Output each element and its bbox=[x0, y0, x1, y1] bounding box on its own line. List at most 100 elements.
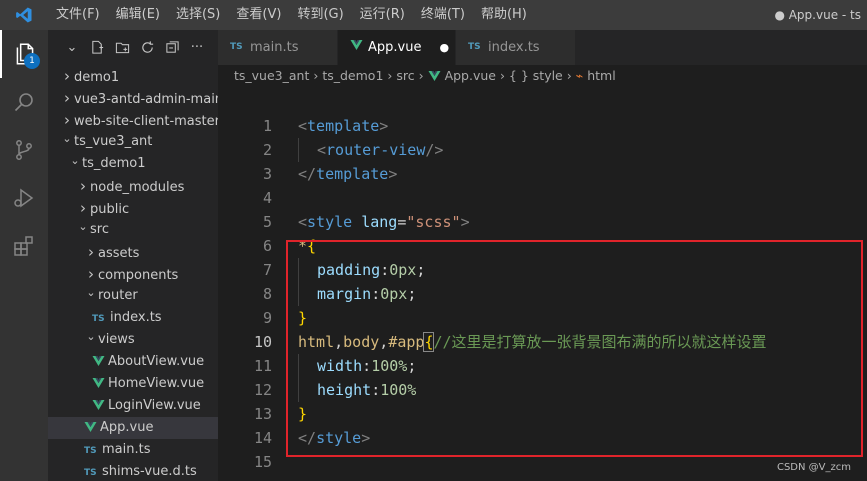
tree-item[interactable]: LoginView.vue bbox=[48, 395, 218, 417]
code-token: padding bbox=[317, 261, 381, 279]
menu-item[interactable]: 运行(R) bbox=[352, 0, 413, 30]
tree-item-label: index.ts bbox=[110, 310, 162, 325]
line-number: 2 bbox=[262, 141, 272, 159]
tree-item[interactable]: › public bbox=[48, 197, 218, 219]
code-line[interactable]: 3 </template> bbox=[218, 162, 867, 186]
menu-item[interactable]: 终端(T) bbox=[413, 0, 473, 30]
code-token: { bbox=[307, 237, 317, 255]
tree-item[interactable]: › node_modules bbox=[48, 175, 218, 197]
search-icon[interactable] bbox=[0, 78, 48, 126]
vscode-logo-icon bbox=[0, 0, 48, 30]
tree-item[interactable]: AboutView.vue bbox=[48, 351, 218, 373]
line-number: 9 bbox=[262, 309, 272, 327]
extensions-icon[interactable] bbox=[0, 222, 48, 270]
chevron-right-icon: › bbox=[80, 177, 86, 195]
breadcrumb-item[interactable]: { } style bbox=[509, 68, 563, 83]
tree-item[interactable]: App.vue bbox=[48, 417, 218, 439]
breadcrumb-item[interactable]: html bbox=[587, 68, 615, 83]
breadcrumb-item[interactable]: ts_vue3_ant bbox=[234, 68, 309, 83]
code-line[interactable]: 15 bbox=[218, 450, 867, 474]
vue-file-icon bbox=[350, 30, 364, 65]
breadcrumb-separator-icon: › bbox=[309, 68, 323, 83]
source-control-icon[interactable] bbox=[0, 126, 48, 174]
tree-item[interactable]: ⌄ views bbox=[48, 329, 218, 351]
tree-item-label: main.ts bbox=[102, 442, 151, 457]
code-line[interactable]: 2 <router-view/> bbox=[218, 138, 867, 162]
code-line[interactable]: 7 padding:0px; bbox=[218, 258, 867, 282]
code-line[interactable]: 14 </style> bbox=[218, 426, 867, 450]
breadcrumb-item[interactable]: ts_demo1 bbox=[322, 68, 383, 83]
tree-item-label: ts_vue3_ant bbox=[74, 134, 153, 149]
tree-item[interactable]: ⌄ src bbox=[48, 219, 218, 241]
code-line[interactable]: 1 <template> bbox=[218, 114, 867, 138]
tree-item[interactable]: ⌄ ts_demo1 bbox=[48, 153, 218, 175]
indent-guide bbox=[298, 138, 299, 162]
code-line[interactable]: 11 width:100%; bbox=[218, 354, 867, 378]
tab-App-vue[interactable]: App.vue ● bbox=[338, 30, 456, 65]
code-token: > bbox=[379, 117, 389, 135]
code-token: > bbox=[460, 213, 470, 231]
menu-item[interactable]: 查看(V) bbox=[228, 0, 289, 30]
unsaved-dot-icon[interactable]: ● bbox=[439, 30, 449, 65]
code-token: < bbox=[317, 141, 327, 159]
code-token: /> bbox=[425, 141, 444, 159]
code-line[interactable]: 6 *{ bbox=[218, 234, 867, 258]
code-token: ; bbox=[407, 357, 417, 375]
code-token: : bbox=[371, 285, 381, 303]
tree-item[interactable]: TS shims-vue.d.ts bbox=[48, 461, 218, 481]
more-icon[interactable]: ··· bbox=[189, 40, 205, 56]
tree-item-label: assets bbox=[98, 246, 140, 261]
code-line[interactable]: 10 html,body,#app{//这里是打算放一张背景图布满的所以就这样设置 bbox=[218, 330, 867, 354]
new-folder-icon[interactable] bbox=[114, 40, 130, 56]
code-line[interactable]: 9} bbox=[218, 306, 867, 330]
collapse-all-icon[interactable] bbox=[164, 40, 180, 56]
code-token: 0px bbox=[380, 285, 408, 303]
tree-item[interactable]: TS index.ts bbox=[48, 307, 218, 329]
code-token: ; bbox=[407, 285, 417, 303]
code-text: <style lang="scss"> bbox=[298, 210, 470, 234]
code-line[interactable]: 12 height:100% bbox=[218, 378, 867, 402]
code-text: } bbox=[298, 306, 307, 330]
code-line[interactable]: 4 bbox=[218, 186, 867, 210]
tab-main-ts[interactable]: TS main.ts bbox=[218, 30, 338, 65]
chevron-down-icon[interactable]: ⌄ bbox=[64, 40, 80, 56]
tree-item[interactable]: ⌄ router bbox=[48, 285, 218, 307]
breadcrumb-separator-icon: › bbox=[495, 68, 509, 83]
code-token: margin bbox=[317, 285, 372, 303]
tree-item[interactable]: › demo1 bbox=[48, 65, 218, 87]
title-bar: 文件(F) 编辑(E) 选择(S) 查看(V) 转到(G) 运行(R) 终端(T) 帮助(H)… bbox=[0, 0, 867, 30]
code-token: > bbox=[361, 429, 371, 447]
code-line[interactable]: 13} bbox=[218, 402, 867, 426]
code-token: lang bbox=[361, 213, 398, 231]
menu-item[interactable]: 编辑(E) bbox=[108, 0, 168, 30]
tree-item[interactable]: › assets bbox=[48, 241, 218, 263]
code-line[interactable]: 8 margin:0px; bbox=[218, 282, 867, 306]
menu-item[interactable]: 选择(S) bbox=[168, 0, 228, 30]
breadcrumb-item[interactable]: src bbox=[396, 68, 414, 83]
code-token: } bbox=[298, 309, 308, 327]
files-icon[interactable]: 1 bbox=[0, 30, 48, 78]
new-file-icon[interactable] bbox=[89, 40, 105, 56]
refresh-icon[interactable] bbox=[139, 40, 155, 56]
watermark: CSDN @V_zcm bbox=[776, 462, 851, 473]
tree-item[interactable]: TS main.ts bbox=[48, 439, 218, 461]
menu-item[interactable]: 转到(G) bbox=[289, 0, 351, 30]
tab-label: index.ts bbox=[488, 40, 540, 55]
code-text: </template> bbox=[298, 162, 397, 186]
breadcrumb-item[interactable]: App.vue bbox=[445, 68, 496, 83]
menu-item[interactable]: 文件(F) bbox=[48, 0, 108, 30]
code-token: style bbox=[307, 213, 353, 231]
run-debug-icon[interactable] bbox=[0, 174, 48, 222]
code-line[interactable]: 5 <style lang="scss"> bbox=[218, 210, 867, 234]
code-editor[interactable]: 1 <template> 2 <router-view/> 3 </template> 4 5… bbox=[218, 114, 867, 474]
menu-item[interactable]: 帮助(H) bbox=[473, 0, 535, 30]
tab-index-ts[interactable]: TS index.ts bbox=[456, 30, 576, 65]
breadcrumb: ts_vue3_ant › ts_demo1 › src › App.vue ›… bbox=[218, 65, 867, 87]
tree-item[interactable]: HomeView.vue bbox=[48, 373, 218, 395]
line-number: 11 bbox=[253, 357, 272, 375]
tree-item[interactable]: › vue3-antd-admin-main bbox=[48, 87, 218, 109]
tree-item-label: ts_demo1 bbox=[82, 156, 146, 171]
tree-item[interactable]: › components bbox=[48, 263, 218, 285]
activity-bar: 1 bbox=[0, 30, 48, 481]
code-token: , bbox=[334, 333, 344, 351]
